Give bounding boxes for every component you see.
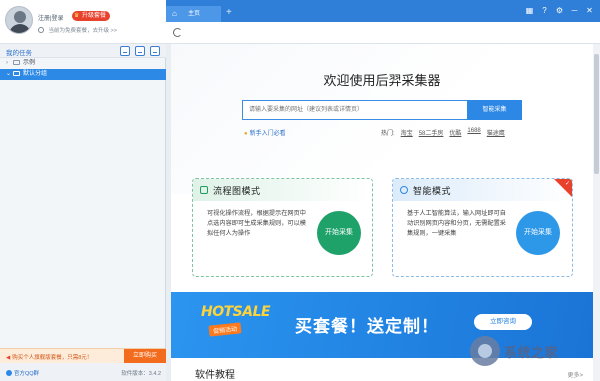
tutorial-section-title: 软件教程 — [195, 370, 235, 381]
thumbs-up-icon: ✓ — [564, 181, 570, 187]
smart-mode-desc: 基于人工智能算法，输入网址即可自动识别网页内容和分页，无需配置采集规则，一键采集 — [407, 210, 506, 237]
hotsale-title: HOTSALE — [201, 304, 271, 320]
upgrade-label: 升级套餐 — [82, 13, 107, 19]
hotsale-subtitle: 促销活动 — [208, 322, 242, 337]
task-tools — [120, 46, 160, 56]
url-input[interactable] — [242, 100, 467, 120]
buy-now-button[interactable]: 立即购买 — [124, 349, 166, 363]
home-icon: ⌂ — [172, 9, 177, 18]
smart-start-button[interactable]: 开始采集 — [516, 211, 560, 255]
login-register-link[interactable]: 注册|登录 — [38, 16, 64, 22]
tree-item-label: 默认分组 — [23, 71, 48, 77]
avatar-body-icon — [9, 24, 31, 33]
skin-icon[interactable]: ▦ — [525, 6, 534, 15]
tree-item-default-group[interactable]: ⌄ 默认分组 — [0, 69, 166, 80]
promo-text: ◀ 购买个人旗舰版套餐，只需8元！ — [6, 353, 92, 361]
avatar-head-icon — [14, 11, 26, 23]
refresh-icon[interactable] — [173, 28, 182, 37]
folder-icon — [13, 71, 20, 76]
chevron-right-icon[interactable]: › — [6, 58, 12, 69]
tab-home[interactable]: ⌂ 主页 — [166, 6, 221, 22]
clock-icon — [38, 27, 44, 33]
card-header: 智能模式 — [393, 179, 572, 201]
help-icon[interactable]: ? — [540, 6, 549, 15]
window-controls: ▦ ? ⚙ ─ ✕ — [525, 6, 594, 15]
hot-link-1688[interactable]: 1688 — [467, 128, 480, 137]
hotsale-logo: HOTSALE 促销活动 — [201, 304, 271, 344]
left-panel: 注册|登录 ♛ 升级套餐 当前为免费套餐，去升级 >> 我的任务 › 示例 ⌄ 默认… — [0, 0, 166, 381]
hot-link-maotuying[interactable]: 猫途鹰 — [487, 128, 505, 137]
novice-guide-link[interactable]: ● 新手入门必看 — [244, 128, 286, 137]
speaker-icon: ◀ — [6, 355, 11, 361]
login-links[interactable]: 注册|登录 — [38, 13, 64, 22]
hot-link-youku[interactable]: 优酷 — [449, 128, 461, 137]
hot-link-58[interactable]: 58二手房 — [419, 128, 444, 137]
task-tree: › 示例 ⌄ 默认分组 — [0, 58, 166, 80]
smart-mode-title: 智能模式 — [413, 187, 452, 197]
import-task-button[interactable] — [120, 46, 130, 56]
scrollbar[interactable] — [593, 44, 600, 381]
close-icon[interactable]: ✕ — [585, 6, 594, 15]
new-folder-button[interactable] — [150, 46, 160, 56]
left-footer: 官方QQ群 软件版本：3.4.2 — [0, 363, 166, 381]
scrollbar-thumb[interactable] — [594, 54, 599, 174]
qq-icon — [6, 370, 12, 376]
lightbulb-icon: ● — [244, 131, 248, 137]
tab-bar: ⌂ 主页 + ▦ ? ⚙ ─ ✕ — [166, 0, 600, 22]
hot-label: 热门: — [381, 131, 395, 137]
novice-guide-label: 新手入门必看 — [249, 131, 286, 137]
toolbar — [166, 22, 600, 44]
smart-mode-card[interactable]: 智能模式 ✓ 基于人工智能算法，输入网址即可自动识别网页内容和分页，无需配置采集… — [392, 178, 573, 277]
smart-icon — [400, 186, 408, 194]
task-header: 我的任务 — [0, 44, 166, 58]
consult-now-button[interactable]: 立即咨询 — [474, 314, 532, 330]
watermark: 系统之家 — [470, 332, 596, 372]
new-tab-button[interactable]: + — [226, 8, 232, 18]
promo-message: 购买个人旗舰版套餐，只需8元！ — [12, 355, 93, 361]
qq-group-label: 官方QQ群 — [14, 371, 40, 377]
tree-item-example[interactable]: › 示例 — [0, 58, 166, 69]
welcome-title: 欢迎使用后羿采集器 — [323, 74, 441, 89]
plan-note-text: 当前为免费套餐，去升级 >> — [48, 28, 117, 34]
banner-slogan: 买套餐！送定制！ — [295, 317, 439, 337]
tree-item-label: 示例 — [23, 60, 36, 66]
upgrade-badge[interactable]: ♛ 升级套餐 — [72, 11, 111, 21]
smart-collect-button[interactable]: 智能采集 — [467, 100, 522, 120]
watermark-text: 系统之家 — [504, 346, 559, 361]
hot-links: 热门: 淘宝 58二手房 优酷 1688 猫途鹰 — [381, 128, 505, 137]
flowchart-mode-desc: 可视化操作流程，根据提示在网页中点选内容即可生成采集规则，可以模拟任何人为操作 — [207, 210, 306, 237]
plan-note[interactable]: 当前为免费套餐，去升级 >> — [38, 26, 117, 34]
flowchart-start-button[interactable]: 开始采集 — [317, 211, 361, 255]
flowchart-mode-card[interactable]: 流程图模式 可视化操作流程，根据提示在网页中点选内容即可生成采集规则，可以模拟任… — [192, 178, 373, 277]
user-profile: 注册|登录 ♛ 升级套餐 当前为免费套餐，去升级 >> — [0, 0, 166, 44]
settings-icon[interactable]: ⚙ — [555, 6, 564, 15]
chevron-down-icon[interactable]: ⌄ — [6, 69, 12, 80]
crown-icon: ♛ — [74, 13, 80, 19]
tab-home-label: 主页 — [188, 11, 201, 17]
new-task-button[interactable] — [135, 46, 145, 56]
hot-link-taobao[interactable]: 淘宝 — [401, 128, 413, 137]
qq-group-link[interactable]: 官方QQ群 — [6, 369, 39, 377]
avatar[interactable] — [5, 6, 33, 34]
promo-bar: ◀ 购买个人旗舰版套餐，只需8元！ 立即购买 — [0, 348, 166, 363]
flowchart-icon — [200, 186, 208, 194]
card-header: 流程图模式 — [193, 179, 372, 201]
folder-icon — [13, 60, 20, 65]
flowchart-mode-title: 流程图模式 — [213, 187, 261, 197]
minimize-icon[interactable]: ─ — [570, 6, 579, 15]
home-page: 欢迎使用后羿采集器 智能采集 ●新手入门必看 热门: 淘宝 58二手房 优酷 1… — [171, 44, 593, 381]
software-version: 软件版本：3.4.2 — [121, 371, 161, 377]
watermark-logo-icon — [470, 336, 500, 366]
task-title: 我的任务 — [6, 50, 32, 57]
